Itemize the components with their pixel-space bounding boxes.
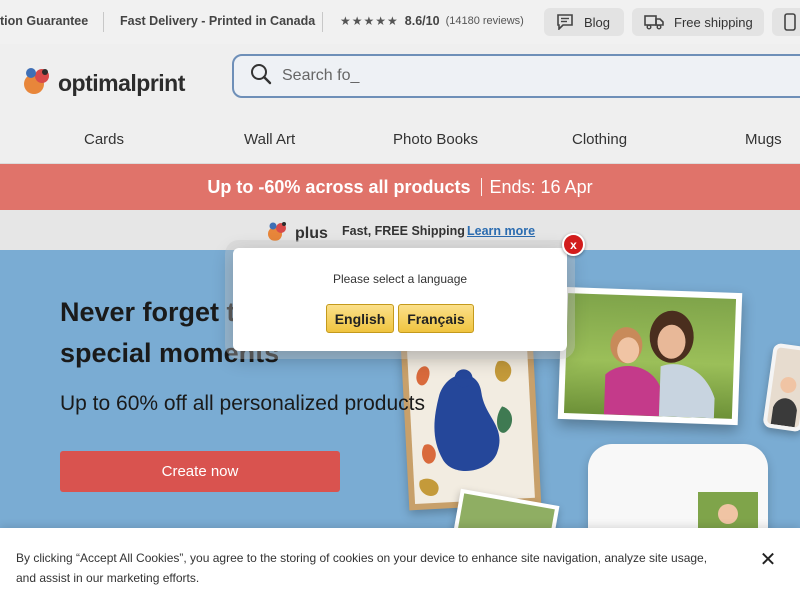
star-rating-icon: ★★★★★ (340, 14, 399, 28)
divider (480, 178, 482, 196)
category-nav: Cards Wall Art Photo Books Clothing Mugs (0, 116, 800, 164)
divider (103, 12, 104, 32)
plus-membership-bar: plus Fast, FREE Shipping Learn more (0, 210, 800, 250)
close-icon[interactable]: ✕ (758, 550, 778, 570)
search-icon (250, 63, 272, 90)
site-header: optimalprint (0, 44, 800, 116)
hero-subtitle: Up to 60% off all personalized products (60, 392, 425, 415)
rating-reviews: (14180 reviews) (445, 15, 524, 27)
phone-case-image (762, 342, 800, 433)
top-info-bar: tion Guarantee Fast Delivery - Printed i… (0, 0, 800, 44)
phone-icon (784, 13, 796, 31)
guarantee-text: tion Guarantee (0, 14, 89, 28)
nav-item-wall-art[interactable]: Wall Art (244, 131, 295, 148)
language-select-modal: Please select a language English Françai… (233, 248, 567, 351)
cookie-consent-text: By clicking “Accept All Cookies”, you ag… (16, 551, 708, 585)
blog-button[interactable]: Blog (544, 8, 624, 36)
divider (322, 12, 323, 32)
shipping-label: Free shipping (674, 14, 753, 30)
plus-logo-icon (266, 220, 292, 247)
delivery-text: Fast Delivery - Printed in Canada (120, 14, 316, 28)
logo[interactable]: optimalprint (20, 64, 185, 103)
french-button[interactable]: Français (398, 304, 474, 333)
nav-item-mugs[interactable]: Mugs (745, 131, 782, 148)
device-button[interactable] (772, 8, 800, 36)
rating-summary[interactable]: ★★★★★ 8.6/10 (14180 reviews) (340, 14, 524, 28)
create-now-button[interactable]: Create now (60, 451, 340, 492)
rating-score: 8.6/10 (404, 14, 440, 28)
hero-title-line1: Never forget t (60, 297, 236, 327)
cookie-banner: By clicking “Accept All Cookies”, you ag… (0, 528, 800, 600)
chat-icon (556, 14, 574, 30)
search-input[interactable] (282, 67, 762, 85)
promo-text: Up to -60% across all products (207, 176, 471, 197)
free-shipping-button[interactable]: Free shipping (632, 8, 764, 36)
nav-item-clothing[interactable]: Clothing (572, 131, 627, 148)
nav-item-cards[interactable]: Cards (84, 131, 124, 148)
truck-icon (644, 14, 664, 30)
plus-logo-text: plus (295, 224, 328, 242)
nav-item-photo-books[interactable]: Photo Books (393, 131, 478, 148)
logo-mark-icon (20, 64, 54, 103)
language-prompt: Please select a language (332, 272, 468, 286)
learn-more-link[interactable]: Learn more (467, 224, 535, 238)
promo-banner[interactable]: Up to -60% across all products Ends: 16 … (0, 164, 800, 210)
tshirt-image (588, 444, 768, 528)
english-button[interactable]: English (326, 304, 394, 333)
search-bar[interactable] (232, 54, 800, 98)
modal-close-button[interactable]: x (562, 233, 585, 256)
family-photo-print-image (557, 286, 743, 426)
promo-end-date: Ends: 16 Apr (489, 176, 593, 197)
plus-logo: plus (266, 220, 328, 247)
blog-label: Blog (584, 14, 611, 30)
logo-text: optimalprint (58, 70, 185, 96)
plus-shipping-text: Fast, FREE Shipping (342, 224, 465, 238)
